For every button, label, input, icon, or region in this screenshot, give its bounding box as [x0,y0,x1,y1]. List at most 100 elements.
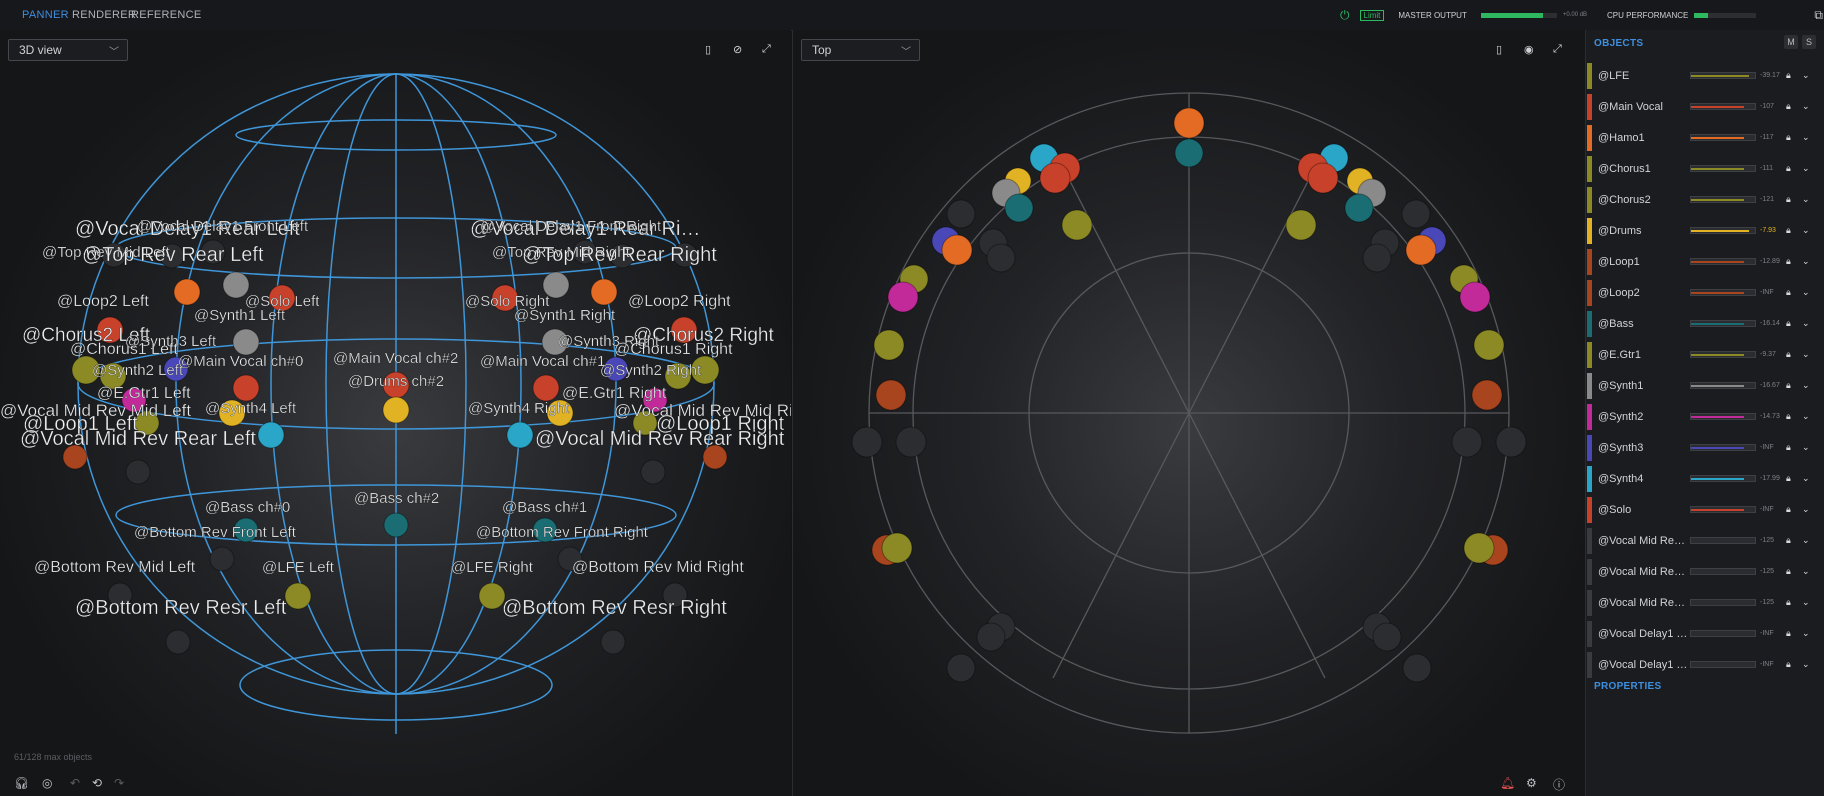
tab-panner[interactable]: PANNER [22,9,69,21]
object-marker[interactable] [986,243,1016,273]
chevron-down-icon[interactable]: ⌄ [1802,442,1812,453]
lock-icon[interactable]: 🔒︎ [1786,70,1798,81]
object-marker[interactable] [1174,138,1204,168]
help-icon[interactable]: ⓘ [1553,776,1565,793]
object-row[interactable]: @Vocal Mid Rev… -125 🔒︎ ⌄ [1586,557,1819,586]
object-marker[interactable] [1459,281,1491,313]
object-marker[interactable] [1173,107,1205,139]
object-marker[interactable] [1451,426,1483,458]
object-sphere[interactable] [640,459,666,485]
chevron-down-icon[interactable]: ⌄ [1802,163,1812,174]
object-row[interactable]: @Synth2 -14.73 🔒︎ ⌄ [1586,402,1819,431]
alert-icon[interactable]: 🔔︎ [1500,776,1515,790]
chevron-down-icon[interactable]: ⌄ [1802,318,1812,329]
object-sphere[interactable] [125,459,151,485]
object-row[interactable]: @Loop1 -12.89 🔒︎ ⌄ [1586,247,1819,276]
object-marker[interactable] [1372,622,1402,652]
object-fader[interactable] [1690,351,1756,358]
object-sphere[interactable] [506,421,534,449]
lock-icon[interactable]: 🔒︎ [1786,163,1798,174]
object-marker[interactable] [1039,162,1071,194]
lock-icon[interactable]: 🔒︎ [1786,101,1798,112]
object-row[interactable]: @Synth3 -INF 🔒︎ ⌄ [1586,433,1819,462]
undo-icon[interactable]: ↶ [70,776,80,790]
chevron-down-icon[interactable]: ⌄ [1802,659,1812,670]
tab-reference[interactable]: REFERENCE [131,9,202,21]
chevron-down-icon[interactable]: ⌄ [1802,287,1812,298]
object-fader[interactable] [1690,413,1756,420]
lock-icon[interactable]: 🔒︎ [1786,194,1798,205]
object-marker[interactable] [1061,209,1093,241]
lightbulb-icon[interactable]: ◎ [42,776,52,790]
object-fader[interactable] [1690,227,1756,234]
object-fader[interactable] [1690,661,1756,668]
panner-3d-view[interactable]: 3D view ﹀ ▯ ⊘ ⤢ @Vocal Delay1 Rear Left @… [0,30,791,796]
lock-icon[interactable]: 🔒︎ [1786,504,1798,515]
chevron-down-icon[interactable]: ⌄ [1802,597,1812,608]
object-sphere[interactable] [284,582,312,610]
object-sphere[interactable] [165,629,191,655]
chevron-down-icon[interactable]: ⌄ [1802,101,1812,112]
chevron-down-icon[interactable]: ⌄ [1802,194,1812,205]
lock-icon[interactable]: 🔒︎ [1786,566,1798,577]
object-fader[interactable] [1690,568,1756,575]
gear-icon[interactable]: ⚙ [1526,776,1537,790]
lock-icon[interactable]: 🔒︎ [1786,473,1798,484]
object-fader[interactable] [1690,506,1756,513]
object-fader[interactable] [1690,537,1756,544]
tab-renderer[interactable]: RENDERER [72,9,136,21]
object-marker[interactable] [1473,329,1505,361]
lock-icon[interactable]: 🔒︎ [1786,535,1798,546]
object-marker[interactable] [887,281,919,313]
panner-top-view[interactable]: Top ﹀ ▯ ◉ ⤢ 🔔︎ ⚙ ⓘ [792,30,1585,796]
popout-icon[interactable]: ⧉ [1814,8,1823,23]
object-sphere[interactable] [209,546,235,572]
object-row[interactable]: @Hamo1 -117 🔒︎ ⌄ [1586,123,1819,152]
object-row[interactable]: @Loop2 -INF 🔒︎ ⌄ [1586,278,1819,307]
lock-icon[interactable]: 🔒︎ [1786,442,1798,453]
object-marker[interactable] [881,532,913,564]
chevron-down-icon[interactable]: ⌄ [1802,411,1812,422]
chevron-down-icon[interactable]: ⌄ [1802,473,1812,484]
object-sphere[interactable] [232,328,260,356]
object-marker[interactable] [873,329,905,361]
object-marker[interactable] [1405,234,1437,266]
object-row[interactable]: @Vocal Mid Rev… -125 🔒︎ ⌄ [1586,526,1819,555]
object-marker[interactable] [1463,532,1495,564]
object-row[interactable]: @Synth4 -17.99 🔒︎ ⌄ [1586,464,1819,493]
lock-icon[interactable]: 🔒︎ [1786,380,1798,391]
power-icon[interactable]: ⏻ [1340,8,1350,23]
object-fader[interactable] [1690,382,1756,389]
lock-icon[interactable]: 🔒︎ [1786,132,1798,143]
chevron-down-icon[interactable]: ⌄ [1802,566,1812,577]
object-marker[interactable] [1401,199,1431,229]
object-row[interactable]: @LFE -39.17 🔒︎ ⌄ [1586,61,1819,90]
object-row[interactable]: @Chorus1 -111 🔒︎ ⌄ [1586,154,1819,183]
object-sphere[interactable] [532,374,560,402]
object-fader[interactable] [1690,630,1756,637]
object-fader[interactable] [1690,103,1756,110]
object-row[interactable]: @Solo -INF 🔒︎ ⌄ [1586,495,1819,524]
lock-icon[interactable]: 🔒︎ [1786,659,1798,670]
object-marker[interactable] [1004,193,1034,223]
object-sphere[interactable] [382,396,410,424]
chevron-down-icon[interactable]: ⌄ [1802,504,1812,515]
object-fader[interactable] [1690,320,1756,327]
lock-icon[interactable]: 🔒︎ [1786,256,1798,267]
object-marker[interactable] [946,199,976,229]
redo-icon[interactable]: ↷ [114,776,124,790]
chevron-down-icon[interactable]: ⌄ [1802,225,1812,236]
object-row[interactable]: @Bass -16.14 🔒︎ ⌄ [1586,309,1819,338]
object-marker[interactable] [851,426,883,458]
object-marker[interactable] [875,379,907,411]
lock-icon[interactable]: 🔒︎ [1786,349,1798,360]
chevron-down-icon[interactable]: ⌄ [1802,349,1812,360]
object-marker[interactable] [1495,426,1527,458]
object-marker[interactable] [976,622,1006,652]
object-fader[interactable] [1690,599,1756,606]
object-sphere[interactable] [232,374,260,402]
object-fader[interactable] [1690,289,1756,296]
object-marker[interactable] [1307,162,1339,194]
object-marker[interactable] [946,653,976,683]
object-fader[interactable] [1690,134,1756,141]
